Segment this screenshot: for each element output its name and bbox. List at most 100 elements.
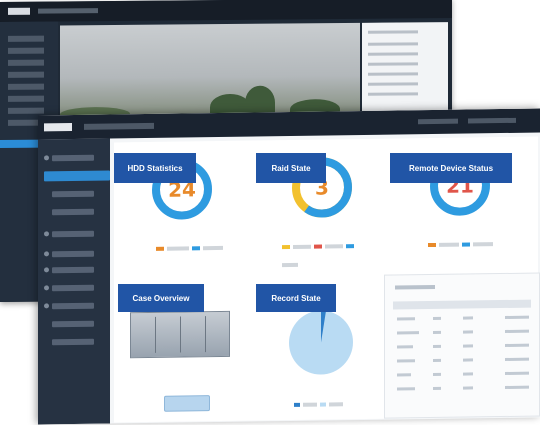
sidebar-icon [44, 251, 49, 257]
table-row [393, 371, 531, 377]
sidebar-icon [44, 267, 49, 273]
sidebar-item[interactable] [52, 154, 94, 162]
case-overview-label: Case Overview [118, 284, 204, 312]
legend-swatch [294, 402, 300, 407]
legend-swatch [428, 242, 436, 248]
sidebar-item[interactable] [52, 190, 94, 198]
table-row [393, 357, 531, 363]
legend-text [325, 244, 343, 249]
cell [397, 331, 419, 335]
panel-row [368, 82, 418, 86]
legend-text [439, 242, 459, 247]
legend-swatch [320, 402, 326, 407]
table-row [393, 329, 531, 335]
raid-legend [282, 235, 372, 268]
legend-text [293, 244, 311, 249]
sidebar-icon [44, 303, 49, 309]
table-title [395, 284, 435, 290]
legend-swatch [462, 242, 470, 247]
breadcrumb [84, 122, 154, 130]
cell [433, 358, 441, 362]
cell [433, 330, 441, 334]
legend-swatch [192, 246, 200, 251]
panel-row [368, 72, 418, 76]
legend-text [167, 246, 189, 251]
cell [505, 315, 529, 319]
camera-view-icon [60, 22, 360, 122]
back-sidebar-item[interactable] [8, 59, 44, 66]
panel-row [368, 62, 418, 66]
hdd-legend [156, 237, 226, 251]
sidebar-item[interactable] [52, 230, 94, 238]
sidebar-icon [44, 285, 49, 291]
logo [44, 123, 72, 132]
table-header [393, 299, 531, 310]
record-state-label: Record State [256, 284, 336, 312]
sidebar-item[interactable] [52, 266, 94, 274]
back-sidebar-item[interactable] [8, 71, 44, 78]
case-detail-button[interactable] [164, 395, 210, 412]
panel-row [368, 42, 418, 46]
legend-swatch [314, 244, 322, 249]
sidebar-item[interactable] [52, 250, 94, 258]
case-bay [180, 316, 181, 353]
back-sidebar-item[interactable] [8, 83, 44, 90]
cell [463, 316, 473, 320]
cell [433, 316, 441, 320]
cell [505, 329, 529, 333]
user-menu[interactable] [418, 118, 458, 125]
cell [463, 372, 473, 376]
cell [463, 358, 473, 362]
sidebar-item[interactable] [52, 284, 94, 292]
cell [433, 344, 441, 348]
raid-state-label: Raid State [256, 153, 326, 183]
sidebar-item[interactable] [52, 320, 94, 328]
case-bay [205, 316, 206, 353]
cell [505, 357, 529, 361]
cell [397, 387, 415, 391]
cell [433, 372, 441, 376]
cell [505, 343, 529, 347]
logout-link[interactable] [468, 117, 516, 124]
back-logo [8, 7, 30, 15]
back-sidebar-item[interactable] [8, 95, 44, 102]
sidebar-item[interactable] [52, 208, 94, 216]
table-row [393, 385, 531, 391]
cell [463, 330, 473, 334]
cell [463, 344, 473, 348]
legend-text [473, 242, 493, 247]
record-pie-svg [289, 310, 353, 375]
status-table-panel [384, 272, 540, 419]
legend-swatch [156, 246, 164, 251]
sidebar-icon [44, 231, 49, 237]
panel-row [368, 92, 418, 96]
sidebar-item[interactable] [52, 302, 94, 310]
case-bay [155, 316, 156, 353]
table-row [393, 343, 531, 349]
record-legend [294, 393, 364, 407]
cell [505, 371, 529, 375]
back-sidebar-item[interactable] [8, 107, 44, 114]
legend-text [303, 402, 317, 407]
legend-text [203, 245, 223, 251]
legend-swatch [346, 244, 354, 249]
remote-device-status-label: Remote Device Status [390, 153, 512, 183]
legend-swatch [282, 244, 290, 250]
cell [397, 345, 413, 349]
cell [463, 386, 473, 390]
sidebar-item-active[interactable] [44, 170, 110, 182]
remote-legend [428, 233, 498, 248]
back-sidebar-item[interactable] [8, 47, 44, 54]
back-breadcrumb [38, 8, 98, 14]
back-sidebar-item[interactable] [8, 35, 44, 42]
legend-text [282, 262, 298, 268]
case-chassis-image [130, 310, 230, 359]
record-state-pie [286, 307, 356, 378]
panel-row [368, 30, 418, 34]
cell [505, 385, 529, 389]
sidebar-icon [44, 155, 49, 161]
cell [397, 359, 415, 363]
sidebar [38, 138, 110, 425]
cell [433, 386, 441, 390]
sidebar-item[interactable] [52, 338, 94, 346]
